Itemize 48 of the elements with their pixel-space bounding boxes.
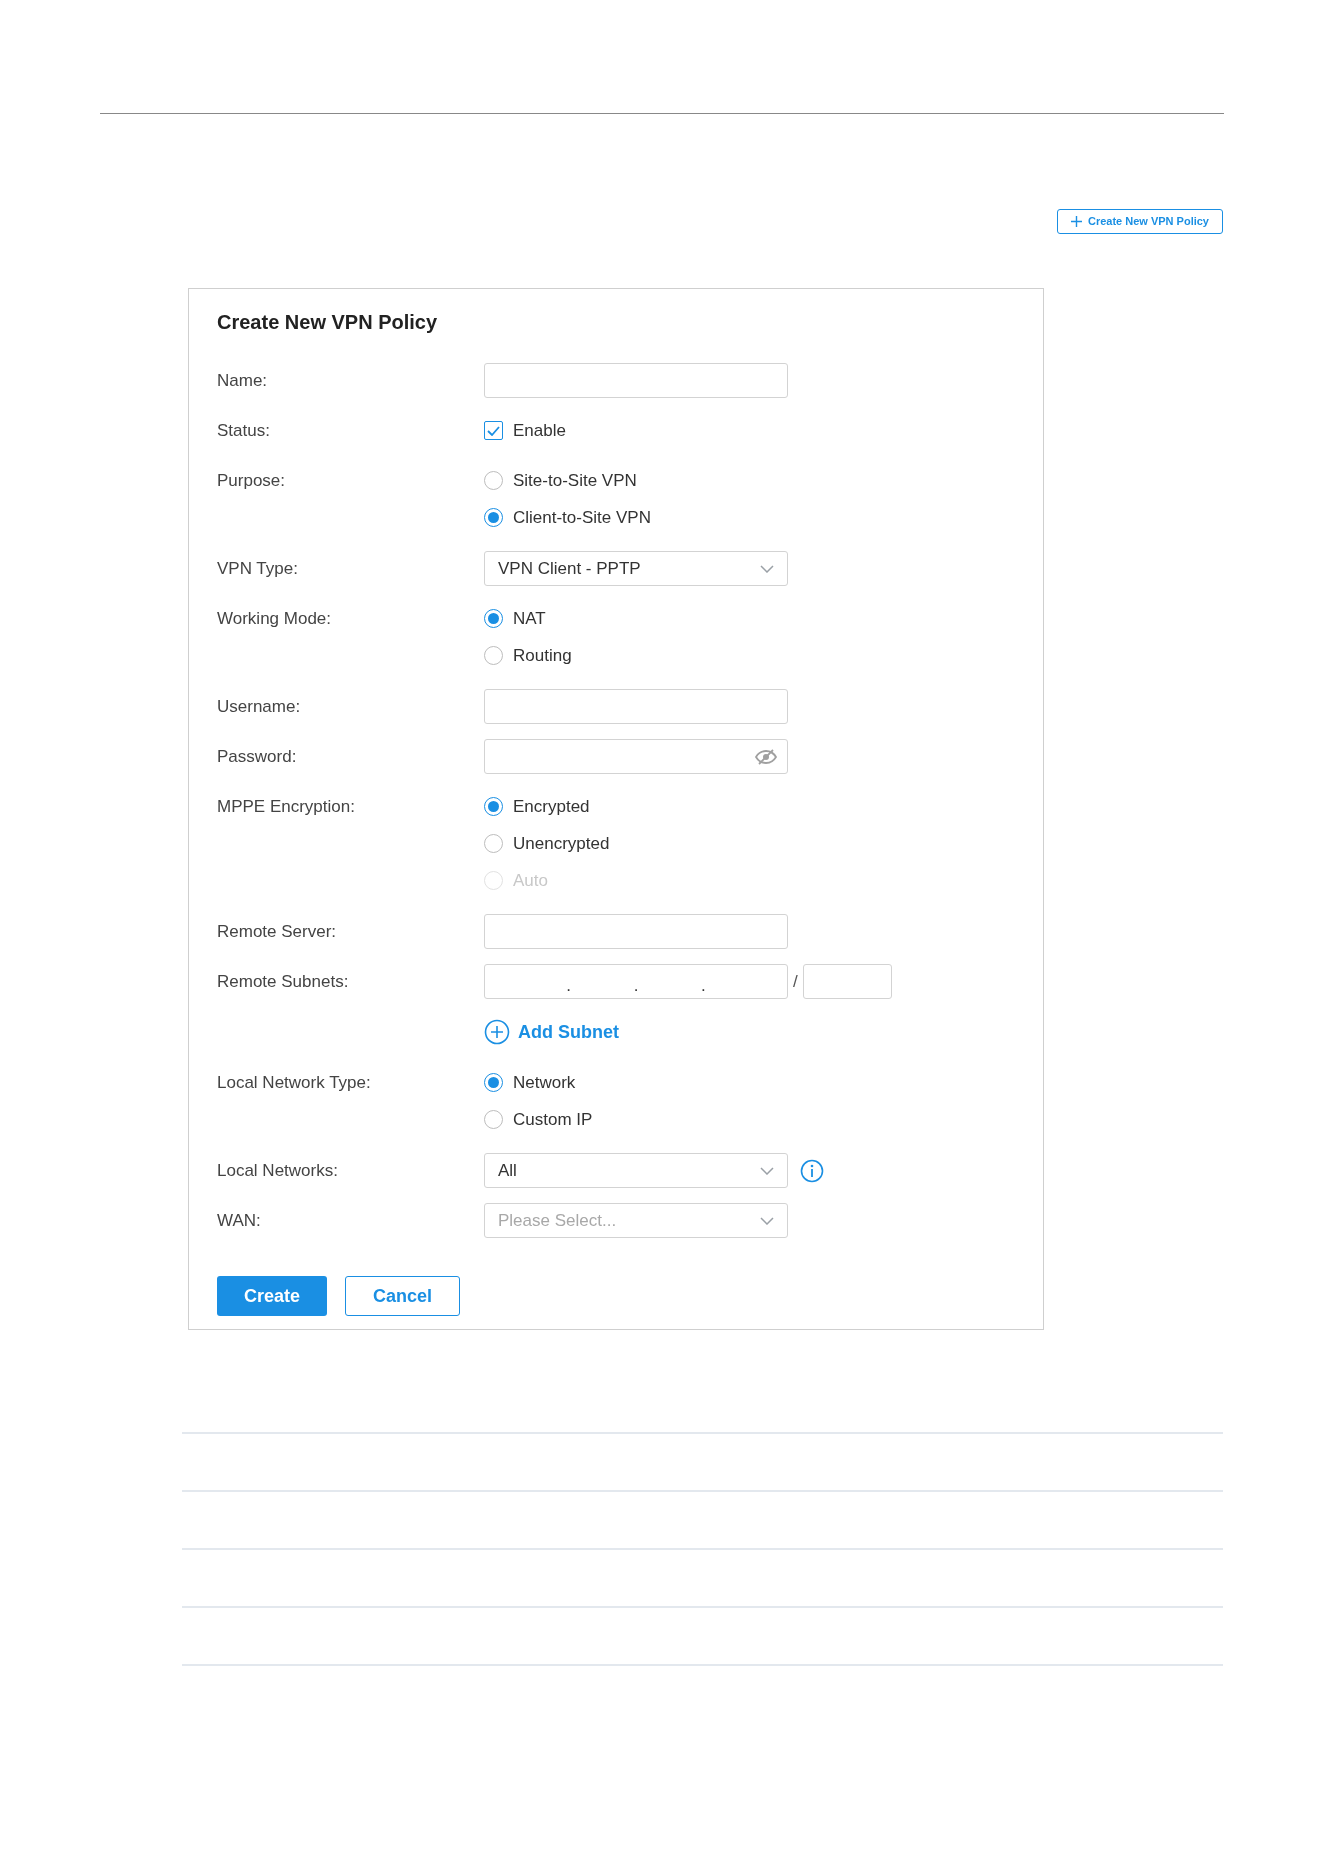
text-field[interactable]: [484, 689, 788, 724]
field-label: Remote Server:: [217, 920, 337, 943]
field-label: VPN Type:: [217, 557, 298, 580]
dropdown[interactable]: Please Select...: [484, 1203, 788, 1238]
plus-circle-icon: [484, 1019, 510, 1045]
field-label: Working Mode:: [217, 607, 331, 630]
text-field[interactable]: [484, 363, 788, 398]
dropdown[interactable]: VPN Client - PPTP: [484, 551, 788, 586]
dot-separator: .: [566, 977, 572, 994]
radio-label: Routing: [513, 644, 572, 667]
mask-field[interactable]: [802, 964, 892, 999]
plus-icon: [1070, 216, 1082, 227]
radio-label: Site-to-Site VPN: [513, 469, 637, 492]
text-field[interactable]: [484, 914, 788, 949]
dropdown[interactable]: All: [484, 1153, 788, 1188]
checkbox-label: Enable: [513, 419, 566, 442]
dialog-title: Create New VPN Policy: [217, 310, 439, 333]
info-icon[interactable]: [800, 1158, 824, 1183]
create-button[interactable]: Create: [217, 1276, 327, 1316]
field-label: Purpose:: [217, 469, 286, 492]
field-label: Local Network Type:: [217, 1071, 371, 1094]
field-label: Name:: [217, 369, 268, 392]
ip-address-field[interactable]: . . .: [484, 964, 788, 999]
radio-label: Network: [513, 1071, 576, 1094]
cancel-button[interactable]: Cancel: [345, 1276, 460, 1316]
field-label: WAN:: [217, 1209, 261, 1232]
dot-separator: .: [633, 977, 639, 994]
checkbox[interactable]: [484, 421, 503, 440]
password-field[interactable]: [484, 739, 788, 774]
radio-label: Client-to-Site VPN: [513, 506, 651, 529]
slash-separator: /: [793, 970, 798, 993]
field-label: Local Networks:: [217, 1159, 338, 1182]
chevron-down-icon: [760, 1166, 774, 1175]
radio-label: Unencrypted: [513, 832, 610, 855]
chevron-down-icon: [760, 564, 774, 573]
field-label: Remote Subnets:: [217, 970, 349, 993]
radio-label: Encrypted: [513, 795, 590, 818]
create-policy-button[interactable]: Create New VPN Policy: [1056, 209, 1223, 234]
field-label: Password:: [217, 745, 297, 768]
radio-label: Custom IP: [513, 1108, 593, 1131]
eye-off-icon[interactable]: [755, 748, 777, 765]
add-subnet-link[interactable]: Add Subnet: [484, 1014, 619, 1050]
field-label: Status:: [217, 419, 270, 442]
radio-label: NAT: [513, 607, 546, 630]
chevron-down-icon: [760, 1216, 774, 1225]
field-label: Username:: [217, 695, 301, 718]
dot-separator: .: [700, 977, 706, 994]
field-label: MPPE Encryption:: [217, 795, 355, 818]
